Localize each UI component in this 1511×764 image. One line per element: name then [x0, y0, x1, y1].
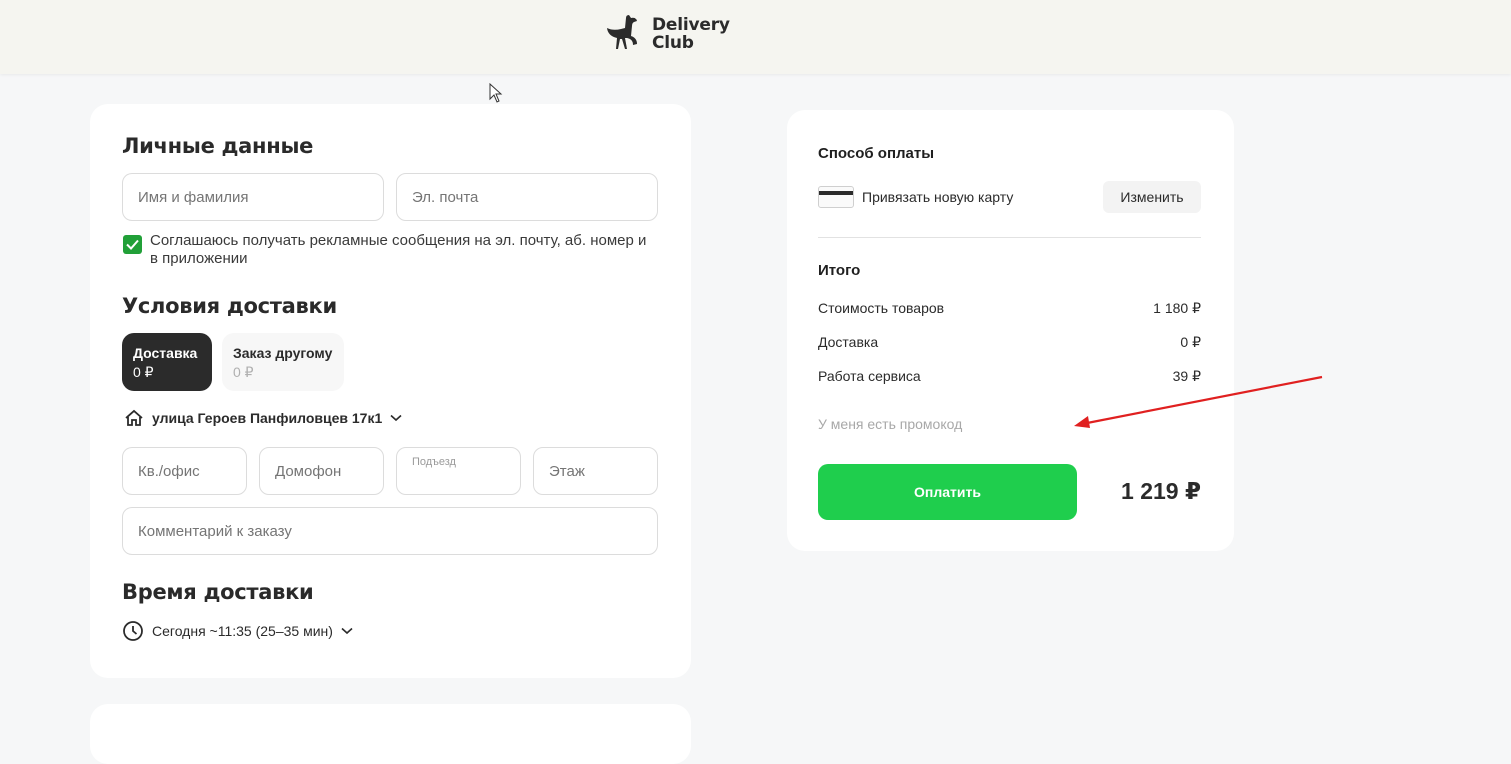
credit-card-icon [818, 186, 854, 208]
summary-row-value: 0 ₽ [1180, 334, 1201, 350]
delivery-time-text: Сегодня ~11:35 (25–35 мин) [152, 623, 333, 639]
logo-text: Delivery Club [652, 16, 730, 52]
top-header: Delivery Club [0, 0, 1511, 74]
tab-order-for-other-label: Заказ другому [233, 345, 333, 361]
name-input[interactable] [122, 173, 384, 221]
personal-data-title: Личные данные [122, 134, 314, 158]
tab-order-for-other-price: 0 ₽ [233, 364, 254, 380]
summary-row: Доставка 0 ₽ [818, 334, 1201, 351]
grand-total: 1 219 ₽ [1121, 478, 1201, 504]
address-selector[interactable]: улица Героев Панфиловцев 17к1 [124, 409, 402, 427]
clock-icon [123, 621, 143, 641]
summary-title: Итого [818, 262, 861, 279]
payment-card-row[interactable]: Привязать новую карту [818, 186, 1013, 208]
delivery-time-title: Время доставки [122, 580, 314, 604]
email-input[interactable] [396, 173, 658, 221]
tab-order-for-other[interactable]: Заказ другому 0 ₽ [222, 333, 344, 391]
entrance-input[interactable]: Подъезд [396, 447, 521, 495]
promo-code-link[interactable]: У меня есть промокод [818, 416, 962, 432]
pay-button[interactable]: Оплатить [818, 464, 1077, 520]
address-text: улица Героев Панфиловцев 17к1 [152, 410, 383, 426]
consent-label: Соглашаюсь получать рекламные сообщения … [150, 232, 647, 267]
logo-line-1: Delivery [652, 15, 730, 35]
entrance-label: Подъезд [412, 456, 456, 468]
change-payment-button[interactable]: Изменить [1103, 181, 1201, 213]
summary-row-label: Доставка [818, 334, 879, 350]
intercom-input[interactable] [259, 447, 384, 495]
checkmark-icon [126, 239, 139, 250]
consent-checkbox[interactable] [123, 235, 142, 254]
summary-row-label: Работа сервиса [818, 368, 921, 384]
chevron-down-icon [390, 414, 402, 422]
ostrich-icon [604, 14, 644, 54]
annotation-arrow-icon [1070, 370, 1330, 437]
summary-row-label: Стоимость товаров [818, 300, 945, 316]
payment-method-title: Способ оплаты [818, 145, 935, 162]
delivery-club-logo[interactable]: Delivery Club [604, 12, 730, 56]
secondary-card [90, 704, 691, 764]
delivery-conditions-title: Условия доставки [122, 294, 337, 318]
tab-delivery-price: 0 ₽ [133, 364, 154, 380]
logo-line-2: Club [652, 33, 694, 53]
payment-card-label: Привязать новую карту [862, 189, 1014, 205]
chevron-down-icon [341, 627, 353, 635]
delivery-time-selector[interactable]: Сегодня ~11:35 (25–35 мин) [122, 620, 353, 642]
divider [818, 237, 1201, 238]
tab-delivery-label: Доставка [133, 345, 198, 361]
floor-input[interactable] [533, 447, 658, 495]
apartment-input[interactable] [122, 447, 247, 495]
home-icon [125, 409, 143, 426]
summary-row: Стоимость товаров 1 180 ₽ [818, 300, 1201, 317]
order-comment-input[interactable] [122, 507, 658, 555]
tab-delivery[interactable]: Доставка 0 ₽ [122, 333, 212, 391]
summary-row-value: 1 180 ₽ [1153, 300, 1201, 316]
